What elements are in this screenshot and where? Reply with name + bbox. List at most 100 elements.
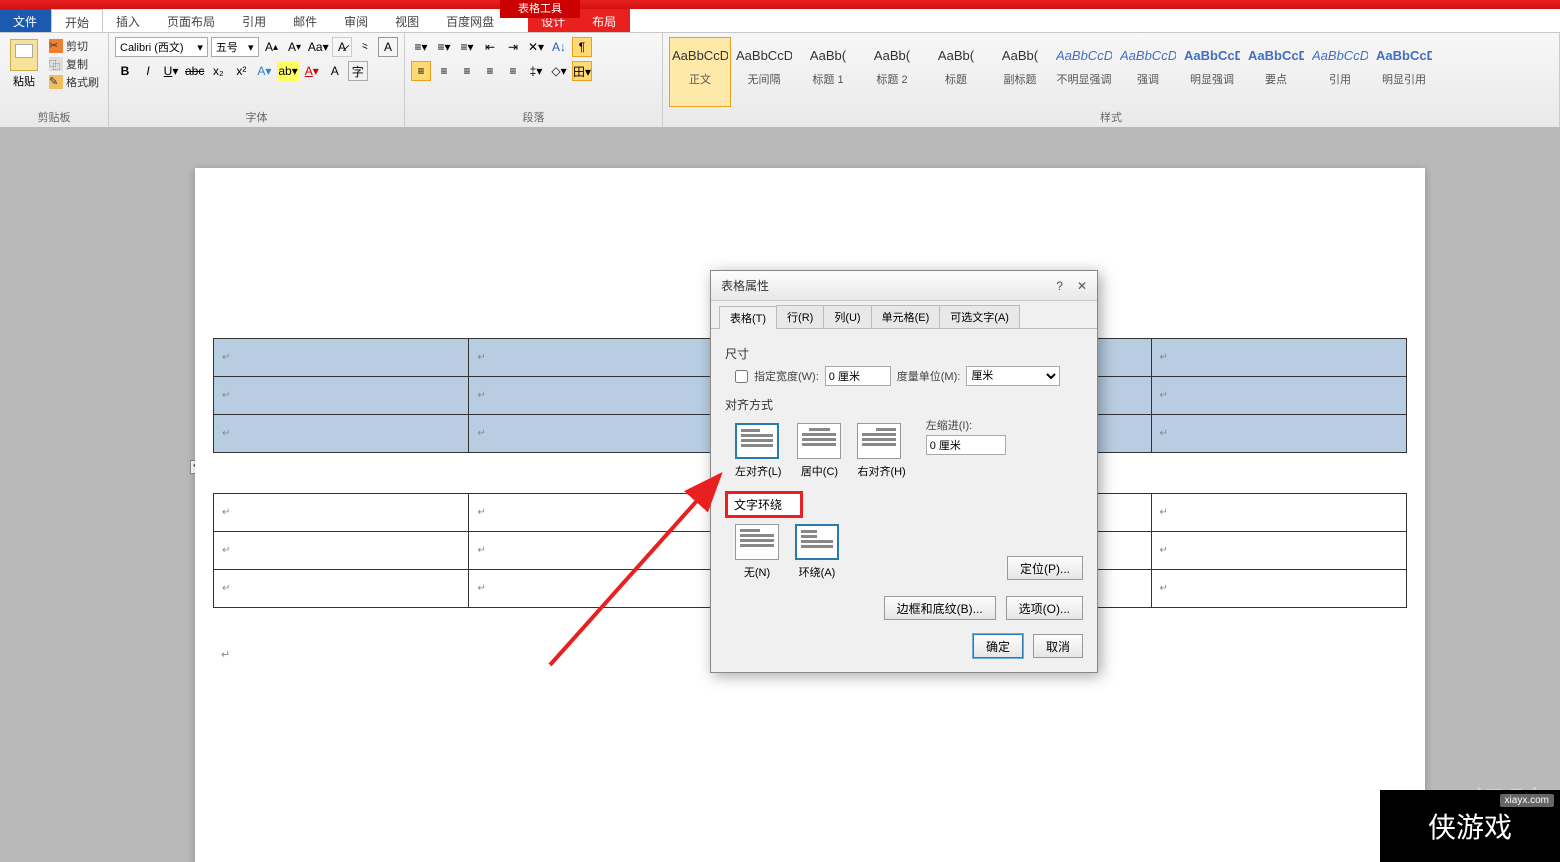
pref-width-checkbox[interactable] — [735, 370, 748, 383]
decrease-indent-button[interactable]: ⇤ — [480, 37, 500, 57]
group-label: 字体 — [115, 109, 398, 125]
superscript-button[interactable]: x² — [231, 61, 251, 81]
indent-label: 左缩进(I): — [926, 417, 1006, 433]
tab-view[interactable]: 视图 — [382, 9, 433, 32]
align-section-label: 对齐方式 — [725, 396, 1083, 413]
unit-select[interactable]: 厘米 — [966, 366, 1060, 386]
underline-button[interactable]: U▾ — [161, 61, 181, 81]
tab-row[interactable]: 行(R) — [776, 305, 824, 328]
grow-font-button[interactable]: A▴ — [262, 37, 282, 57]
tab-mail[interactable]: 邮件 — [280, 9, 331, 32]
cut-button[interactable]: ✂剪切 — [46, 37, 102, 55]
align-right-option[interactable]: 右对齐(H) — [857, 423, 905, 479]
char-shading-button[interactable]: A — [325, 61, 345, 81]
bold-button[interactable]: B — [115, 61, 135, 81]
context-tab: 表格工具 — [500, 0, 580, 18]
char-border-button[interactable]: 字 — [348, 61, 368, 81]
group-label: 剪贴板 — [6, 109, 102, 125]
shrink-font-button[interactable]: A▾ — [285, 37, 305, 57]
strike-button[interactable]: abc — [184, 61, 205, 81]
group-label: 样式 — [669, 109, 1553, 125]
bullets-button[interactable]: ≡▾ — [411, 37, 431, 57]
enclose-button[interactable]: A — [378, 37, 398, 57]
copy-button[interactable]: ⿻复制 — [46, 55, 102, 73]
wrap-none-option[interactable]: 无(N) — [735, 524, 779, 580]
ok-button[interactable]: 确定 — [973, 634, 1023, 658]
style-item[interactable]: AaBb(标题 1 — [797, 37, 859, 107]
cancel-button[interactable]: 取消 — [1033, 634, 1083, 658]
position-button[interactable]: 定位(P)... — [1007, 556, 1083, 580]
style-item[interactable]: AaBbCcDd明显强调 — [1181, 37, 1243, 107]
options-button[interactable]: 选项(O)... — [1006, 596, 1083, 620]
align-left-option[interactable]: 左对齐(L) — [735, 423, 781, 479]
increase-indent-button[interactable]: ⇥ — [503, 37, 523, 57]
wrap-around-option[interactable]: 环绕(A) — [795, 524, 839, 580]
asian-layout-button[interactable]: ✕▾ — [526, 37, 546, 57]
tab-home[interactable]: 开始 — [51, 9, 103, 32]
align-left-button[interactable]: ≡ — [411, 61, 431, 81]
dialog-title: 表格属性 — [721, 277, 769, 294]
group-font: Calibri (西文)▾ 五号▾ A▴ A▾ Aa▾ A̷ ⺀ A B I U… — [109, 33, 405, 127]
tab-review[interactable]: 审阅 — [331, 9, 382, 32]
style-item[interactable]: AaBbCcDd无间隔 — [733, 37, 795, 107]
numbering-button[interactable]: ≡▾ — [434, 37, 454, 57]
help-button[interactable]: ? — [1056, 279, 1063, 293]
style-item[interactable]: AaBbCcDd正文 — [669, 37, 731, 107]
tab-layout[interactable]: 布局 — [579, 9, 630, 32]
unit-label: 度量单位(M): — [897, 368, 961, 384]
tab-file[interactable]: 文件 — [0, 9, 51, 32]
style-gallery[interactable]: AaBbCcDd正文AaBbCcDd无间隔AaBb(标题 1AaBb(标题 2A… — [669, 37, 1553, 107]
paste-button[interactable]: 粘贴 — [6, 37, 42, 89]
borders-button[interactable]: 田▾ — [572, 61, 592, 81]
highlight-button[interactable]: ab▾ — [277, 61, 298, 81]
group-styles: AaBbCcDd正文AaBbCcDd无间隔AaBb(标题 1AaBb(标题 2A… — [663, 33, 1560, 127]
scissors-icon: ✂ — [49, 39, 63, 53]
distribute-button[interactable]: ≡ — [503, 61, 523, 81]
font-size-combo[interactable]: 五号▾ — [211, 37, 259, 57]
subscript-button[interactable]: x₂ — [208, 61, 228, 81]
tab-page-layout[interactable]: 页面布局 — [154, 9, 229, 32]
style-item[interactable]: AaBbCcDd不明显强调 — [1053, 37, 1115, 107]
line-spacing-button[interactable]: ‡▾ — [526, 61, 546, 81]
multilevel-button[interactable]: ≡▾ — [457, 37, 477, 57]
size-section-label: 尺寸 — [725, 345, 1083, 362]
indent-input[interactable] — [926, 435, 1006, 455]
close-button[interactable]: ✕ — [1077, 279, 1087, 293]
style-item[interactable]: AaBbCcDd强调 — [1117, 37, 1179, 107]
style-item[interactable]: AaBb(副标题 — [989, 37, 1051, 107]
style-item[interactable]: AaBbCcDd引用 — [1309, 37, 1371, 107]
tab-baidu[interactable]: 百度网盘 — [433, 9, 508, 32]
style-item[interactable]: AaBbCcDd明显引用 — [1373, 37, 1435, 107]
format-painter-button[interactable]: ✎格式刷 — [46, 73, 102, 91]
align-right-button[interactable]: ≡ — [457, 61, 477, 81]
tab-insert[interactable]: 插入 — [103, 9, 154, 32]
corner-brand: xiayx.com 侠游戏 — [1380, 790, 1560, 862]
group-clipboard: 粘贴 ✂剪切 ⿻复制 ✎格式刷 剪贴板 — [0, 33, 109, 127]
style-item[interactable]: AaBb(标题 2 — [861, 37, 923, 107]
tab-table[interactable]: 表格(T) — [719, 306, 777, 329]
style-item[interactable]: AaBbCcDd要点 — [1245, 37, 1307, 107]
tab-col[interactable]: 列(U) — [823, 305, 871, 328]
borders-shading-button[interactable]: 边框和底纹(B)... — [884, 596, 996, 620]
clear-format-button[interactable]: A̷ — [332, 37, 352, 57]
font-color-button[interactable]: A▾ — [302, 61, 322, 81]
tab-alt[interactable]: 可选文字(A) — [939, 305, 1020, 328]
show-marks-button[interactable]: ¶ — [572, 37, 592, 57]
text-effects-button[interactable]: A▾ — [254, 61, 274, 81]
align-center-option[interactable]: 居中(C) — [797, 423, 841, 479]
tab-cell[interactable]: 单元格(E) — [871, 305, 941, 328]
change-case-button[interactable]: Aa▾ — [308, 37, 329, 57]
style-item[interactable]: AaBb(标题 — [925, 37, 987, 107]
title-bar: 表格工具 — [0, 0, 1560, 9]
italic-button[interactable]: I — [138, 61, 158, 81]
sort-button[interactable]: A↓ — [549, 37, 569, 57]
justify-button[interactable]: ≡ — [480, 61, 500, 81]
table-properties-dialog: 表格属性 ? ✕ 表格(T) 行(R) 列(U) 单元格(E) 可选文字(A) … — [710, 270, 1098, 673]
tab-references[interactable]: 引用 — [229, 9, 280, 32]
shading-button[interactable]: ◇▾ — [549, 61, 569, 81]
align-center-button[interactable]: ≡ — [434, 61, 454, 81]
phonetic-button[interactable]: ⺀ — [355, 37, 375, 57]
pref-width-label: 指定宽度(W): — [754, 368, 819, 384]
pref-width-input[interactable] — [825, 366, 891, 386]
font-family-combo[interactable]: Calibri (西文)▾ — [115, 37, 208, 57]
